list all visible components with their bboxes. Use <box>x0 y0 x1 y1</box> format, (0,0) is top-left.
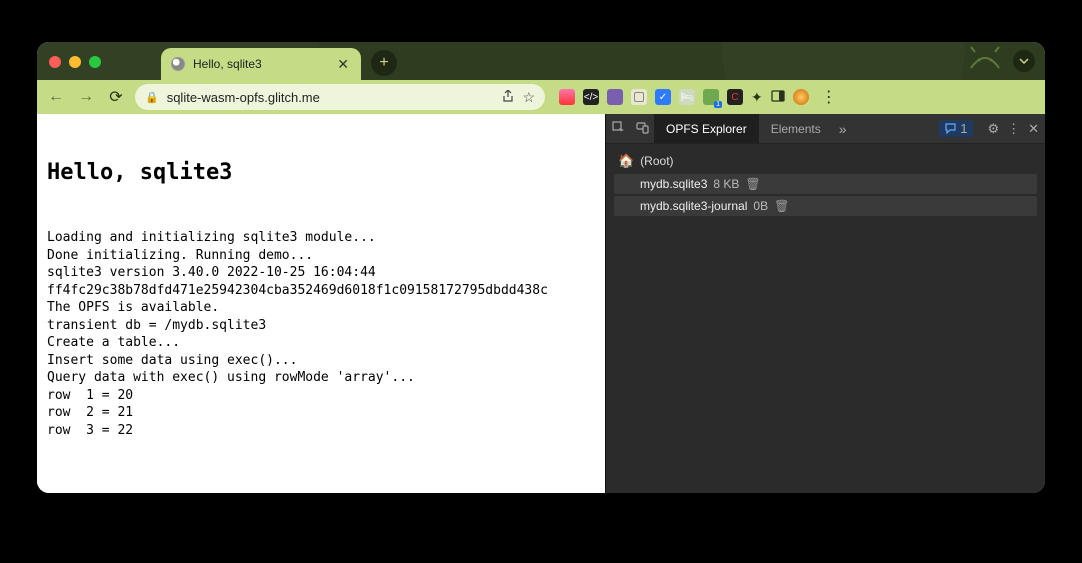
close-window-button[interactable] <box>49 56 61 68</box>
console-line: ff4fc29c38b78dfd471e25942304cba352469d60… <box>47 282 595 300</box>
address-bar[interactable]: 🔒 sqlite-wasm-opfs.glitch.me ☆ <box>135 84 545 110</box>
devtools-settings-icon[interactable]: ⚙ <box>987 121 999 137</box>
opfs-file-row[interactable]: mydb.sqlite3 8 KB 🗑 <box>614 174 1037 194</box>
device-toolbar-icon[interactable] <box>630 121 654 137</box>
opfs-file-row[interactable]: mydb.sqlite3-journal 0B 🗑 <box>614 196 1037 216</box>
forward-button[interactable]: → <box>75 88 97 106</box>
console-line: The OPFS is available. <box>47 299 595 317</box>
trash-icon[interactable]: 🗑 <box>745 177 760 191</box>
globe-icon <box>171 57 185 71</box>
extensions-puzzle-icon[interactable]: ✦ <box>751 89 763 106</box>
console-line: Done initializing. Running demo... <box>47 247 595 265</box>
console-line: sqlite3 version 3.40.0 2022-10-25 16:04:… <box>47 264 595 282</box>
console-line: row 1 = 20 <box>47 387 595 405</box>
trash-icon[interactable]: 🗑 <box>774 199 789 213</box>
message-icon <box>945 123 956 134</box>
console-line: Create a table... <box>47 334 595 352</box>
inspect-element-icon[interactable] <box>606 121 630 137</box>
side-panel-icon[interactable] <box>771 89 785 106</box>
profile-avatar-icon[interactable] <box>793 89 809 105</box>
devtools-panel: OPFS Explorer Elements » 1 ⚙ ⋮ ✕ <box>605 114 1045 493</box>
extension-icon[interactable]: </> <box>583 89 599 105</box>
opfs-file-name: mydb.sqlite3-journal <box>640 199 747 213</box>
share-icon[interactable] <box>502 90 514 105</box>
console-line: Loading and initializing sqlite3 module.… <box>47 229 595 247</box>
opfs-tree: 🏠 (Root) mydb.sqlite38 KB🗑mydb.sqlite3-j… <box>606 144 1045 493</box>
opfs-root-node[interactable]: 🏠 (Root) <box>614 150 1037 172</box>
tab-strip: Hello, sqlite3 ✕ + <box>37 42 1045 80</box>
devtools-close-icon[interactable]: ✕ <box>1028 121 1039 137</box>
extension-icon[interactable] <box>631 89 647 105</box>
opfs-file-name: mydb.sqlite3 <box>640 177 707 191</box>
opfs-file-size: 8 KB <box>713 177 739 191</box>
tab-title: Hello, sqlite3 <box>193 57 262 71</box>
extension-icon[interactable]: C <box>727 89 743 105</box>
extension-icon[interactable] <box>559 89 575 105</box>
extension-icon[interactable]: 🛏 <box>679 89 695 105</box>
maximize-window-button[interactable] <box>89 56 101 68</box>
lock-icon: 🔒 <box>145 91 159 104</box>
browser-toolbar: ← → ⟳ 🔒 sqlite-wasm-opfs.glitch.me ☆ </>… <box>37 80 1045 114</box>
console-line: transient db = /mydb.sqlite3 <box>47 317 595 335</box>
extension-icon[interactable]: ✓ <box>655 89 671 105</box>
minimize-window-button[interactable] <box>69 56 81 68</box>
devtools-more-tabs-icon[interactable]: » <box>833 121 853 137</box>
home-icon: 🏠 <box>618 153 634 169</box>
devtools-tab-opfs-explorer[interactable]: OPFS Explorer <box>654 114 759 143</box>
url-text: sqlite-wasm-opfs.glitch.me <box>167 90 495 105</box>
devtools-tab-label: OPFS Explorer <box>666 122 747 136</box>
content-area: Hello, sqlite3 Loading and initializing … <box>37 114 1045 493</box>
console-line: Query data with exec() using rowMode 'ar… <box>47 369 595 387</box>
console-line: row 3 = 22 <box>47 422 595 440</box>
extension-icon[interactable] <box>607 89 623 105</box>
devtools-tab-label: Elements <box>771 122 821 136</box>
page-heading: Hello, sqlite3 <box>47 160 595 185</box>
extension-icons: </> ✓ 🛏 1 C ✦ ⋮ <box>559 87 841 107</box>
page-content: Hello, sqlite3 Loading and initializing … <box>37 114 605 493</box>
bookmark-star-icon[interactable]: ☆ <box>522 89 535 106</box>
back-button[interactable]: ← <box>45 88 67 106</box>
profile-avatar-button[interactable] <box>1013 50 1035 72</box>
devtools-tab-bar: OPFS Explorer Elements » 1 ⚙ ⋮ ✕ <box>606 114 1045 144</box>
window-controls <box>49 56 101 68</box>
devtools-tab-elements[interactable]: Elements <box>759 114 833 143</box>
android-decoration-icon <box>965 46 1005 80</box>
browser-tab[interactable]: Hello, sqlite3 ✕ <box>161 48 361 80</box>
devtools-menu-icon[interactable]: ⋮ <box>1007 121 1020 137</box>
opfs-root-label: (Root) <box>640 154 673 168</box>
console-line: row 2 = 21 <box>47 404 595 422</box>
close-tab-button[interactable]: ✕ <box>335 55 351 73</box>
devtools-issues-badge[interactable]: 1 <box>939 120 973 137</box>
browser-window: Hello, sqlite3 ✕ + ← → ⟳ 🔒 sqlite-wasm-o… <box>37 42 1045 493</box>
new-tab-button[interactable]: + <box>371 50 397 76</box>
opfs-file-size: 0B <box>753 199 768 213</box>
devtools-issues-count: 1 <box>960 121 967 136</box>
reload-button[interactable]: ⟳ <box>105 87 127 107</box>
extension-icon[interactable]: 1 <box>703 89 719 105</box>
chrome-menu-button[interactable]: ⋮ <box>817 87 841 107</box>
console-line: Insert some data using exec()... <box>47 352 595 370</box>
